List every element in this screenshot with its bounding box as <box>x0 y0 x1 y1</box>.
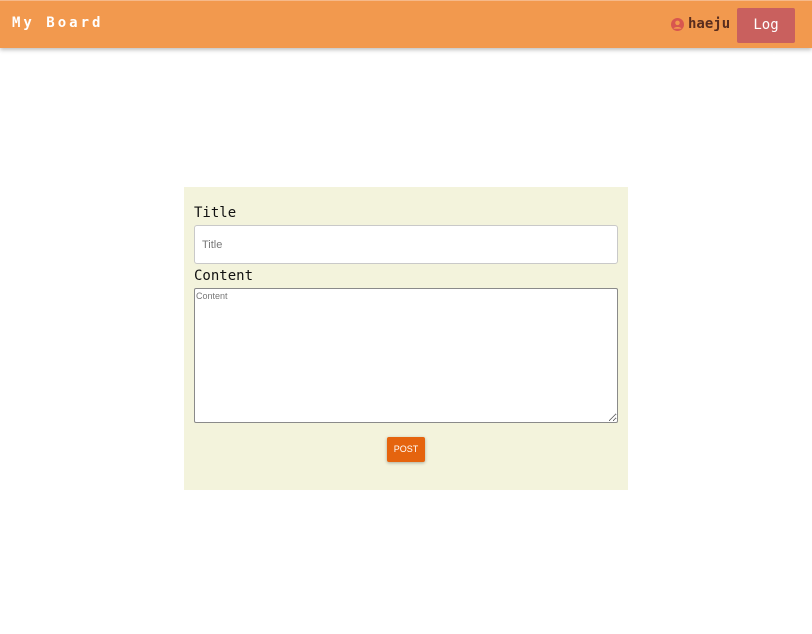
top-navbar: My Board haeju Log out <box>0 0 812 68</box>
user-circle-icon <box>671 17 684 31</box>
content-label: Content <box>194 268 254 284</box>
post-button[interactable]: POST <box>387 437 425 462</box>
content-textarea[interactable] <box>194 288 618 423</box>
title-label: Title <box>194 205 237 221</box>
username: haeju <box>688 16 731 32</box>
post-form: Title Content POST <box>184 187 628 490</box>
user-info: haeju <box>671 16 730 32</box>
brand-title[interactable]: My Board <box>12 15 103 31</box>
title-input[interactable] <box>194 225 618 264</box>
logout-button[interactable]: Log out <box>737 8 795 68</box>
